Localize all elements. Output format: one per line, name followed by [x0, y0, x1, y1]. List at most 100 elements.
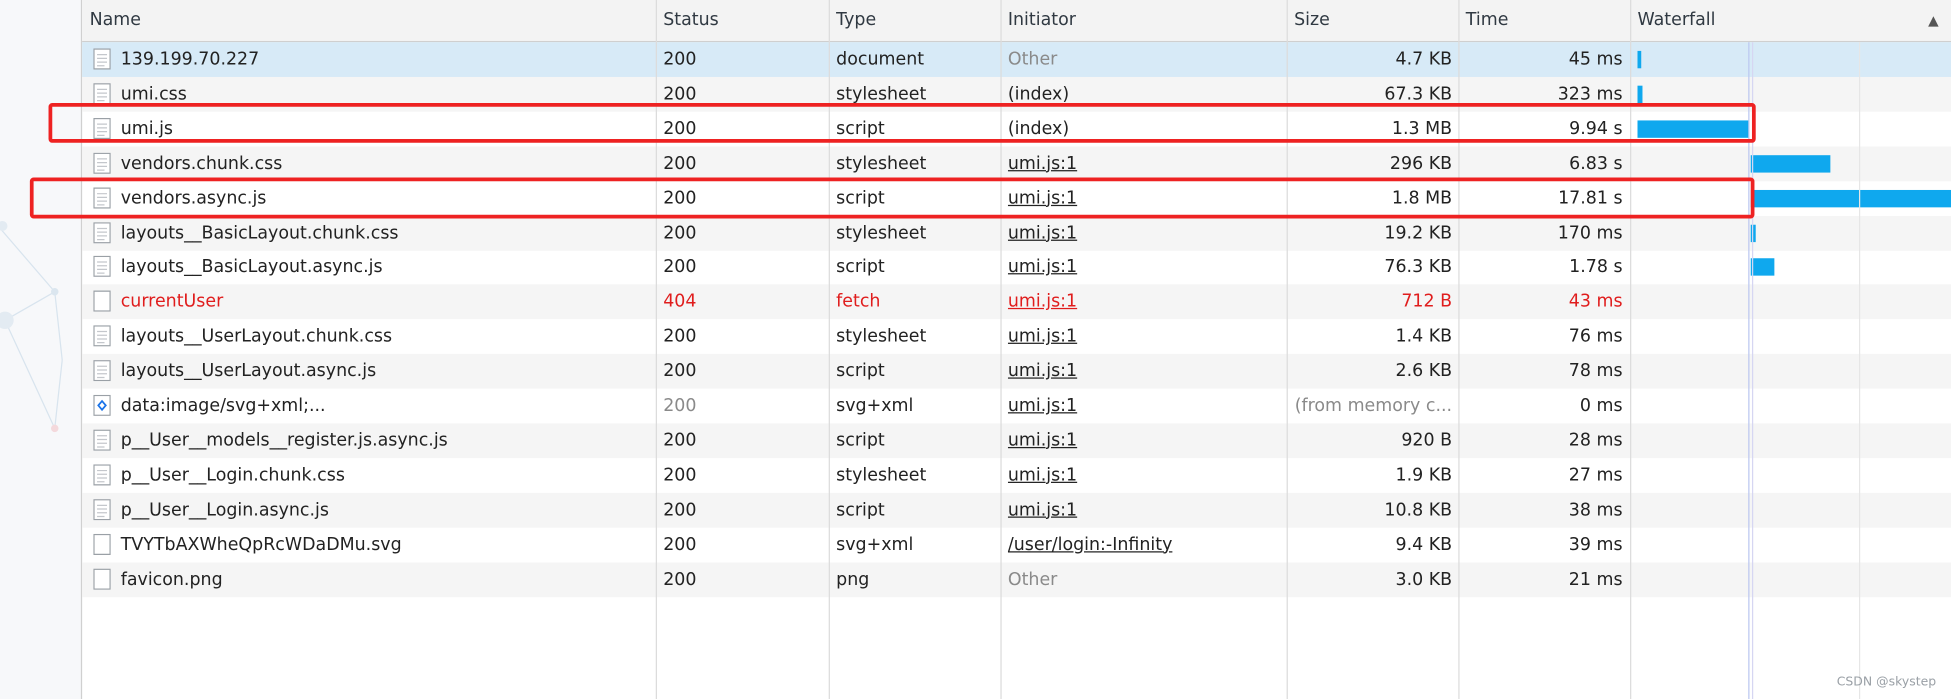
request-status: 200: [663, 257, 697, 278]
request-name: favicon.png: [120, 569, 223, 590]
request-time: 76 ms: [1568, 326, 1623, 347]
request-time: 43 ms: [1568, 292, 1623, 313]
table-row[interactable]: favicon.png 200 png Other 3.0 KB 21 ms: [82, 561, 1951, 597]
request-name: 139.199.70.227: [120, 49, 260, 70]
table-header: Name Status Type Initiator Size Time Wat…: [82, 0, 1951, 43]
request-initiator[interactable]: umi.js:1: [1008, 285, 1284, 320]
waterfall-grid-line: [1858, 42, 1861, 699]
request-initiator[interactable]: umi.js:1: [1008, 458, 1284, 493]
request-size: 10.8 KB: [1384, 499, 1453, 520]
request-size: 2.6 KB: [1395, 361, 1453, 382]
request-status: 200: [663, 465, 697, 486]
request-time: 1.78 s: [1569, 257, 1623, 278]
request-name: layouts__BasicLayout.chunk.css: [120, 222, 399, 243]
request-type: script: [836, 361, 885, 382]
request-initiator[interactable]: umi.js:1: [1008, 423, 1284, 458]
request-time: 45 ms: [1568, 49, 1623, 70]
request-initiator[interactable]: umi.js:1: [1008, 215, 1284, 250]
request-status: 200: [663, 430, 697, 451]
request-name: p__User__Login.chunk.css: [120, 465, 345, 486]
column-header-waterfall[interactable]: Waterfall: [1630, 0, 1951, 41]
request-size: 19.2 KB: [1384, 222, 1453, 243]
table-row[interactable]: 139.199.70.227 200 document Other 4.7 KB 45 m…: [82, 42, 1951, 77]
highlight-box-vendors-async-js: [29, 177, 1755, 219]
request-type: svg+xml: [836, 396, 914, 416]
request-time: 170 ms: [1557, 222, 1623, 243]
request-initiator: Other: [1007, 569, 1058, 590]
table-row[interactable]: layouts__UserLayout.async.js 200 script umi…: [82, 353, 1951, 389]
request-time: 39 ms: [1568, 534, 1623, 555]
table-row[interactable]: p__User__models__register.js.async.js 200…: [82, 423, 1951, 459]
request-initiator[interactable]: umi.js:1: [1008, 493, 1284, 528]
request-time: 0 ms: [1579, 396, 1623, 416]
waterfall-header-label: Waterfall: [1637, 9, 1716, 30]
request-time: 6.83 s: [1569, 153, 1623, 174]
column-header-name[interactable]: Name: [82, 0, 656, 41]
watermark-text: CSDN @skystep: [1836, 675, 1937, 690]
request-time: 38 ms: [1568, 499, 1623, 520]
request-size: 920 B: [1401, 430, 1453, 451]
request-size: 1.4 KB: [1395, 326, 1453, 347]
request-size: 4.7 KB: [1395, 49, 1453, 70]
sort-ascending-icon[interactable]: ▲: [1928, 0, 1939, 41]
request-initiator[interactable]: umi.js:1: [1008, 389, 1284, 424]
table-row[interactable]: vendors.chunk.css 200 stylesheet umi.js:1 29…: [82, 146, 1951, 181]
request-type: png: [836, 569, 870, 590]
request-size: 1.9 KB: [1395, 465, 1453, 486]
column-header-time[interactable]: Time: [1458, 0, 1630, 41]
waterfall-bar: [1750, 258, 1775, 277]
request-size: 76.3 KB: [1384, 257, 1453, 278]
request-time: 27 ms: [1568, 465, 1623, 486]
request-status: 404: [663, 292, 697, 313]
request-type: script: [836, 257, 885, 278]
table-row[interactable]: p__User__Login.chunk.css 200 stylesheet umi…: [82, 458, 1951, 493]
highlight-box-umi-js: [48, 103, 1756, 143]
request-name: vendors.chunk.css: [120, 153, 283, 174]
request-status: 200: [663, 49, 697, 70]
table-row[interactable]: TVYTbAXWheQpRcWDaDMu.svg 200 svg+xml/user/…: [82, 527, 1951, 562]
request-type: fetch: [836, 292, 881, 313]
column-header-type[interactable]: Type: [829, 0, 1003, 41]
request-name: layouts__UserLayout.async.js: [120, 361, 377, 382]
column-header-status[interactable]: Status: [656, 0, 829, 41]
column-header-size[interactable]: Size: [1287, 0, 1459, 41]
request-time: 28 ms: [1568, 430, 1623, 451]
waterfall-bar: [1750, 189, 1951, 207]
waterfall-bar: [1750, 154, 1831, 173]
column-header-initiator[interactable]: Initiator: [1000, 0, 1284, 41]
table-row[interactable]: currentUser 404 fetch umi.js:1 712 B 43 ms: [82, 284, 1951, 320]
request-type: stylesheet: [836, 465, 927, 486]
request-initiator[interactable]: /user/login:-Infinity: [1008, 527, 1284, 562]
network-panel: Name Status Type Initiator Size Time Wat…: [0, 0, 1951, 699]
table-row[interactable]: layouts__BasicLayout.async.js 200 script um…: [82, 250, 1951, 285]
request-initiator[interactable]: umi.js:1: [1008, 146, 1284, 181]
request-status: 200: [663, 222, 697, 243]
request-status: 200: [663, 569, 697, 590]
request-time: 21 ms: [1568, 569, 1623, 590]
request-name: p__User__models__register.js.async.js: [120, 430, 448, 451]
request-initiator[interactable]: umi.js:1: [1008, 250, 1284, 285]
request-name: TVYTbAXWheQpRcWDaDMu.svg: [120, 534, 402, 555]
table-row[interactable]: p__User__Login.async.js 200 script umi.js:1…: [82, 492, 1951, 528]
request-status: 200: [663, 499, 697, 520]
request-type: stylesheet: [836, 153, 927, 174]
table-row[interactable]: layouts__BasicLayout.chunk.css 200 stylesh…: [82, 215, 1951, 251]
request-initiator[interactable]: umi.js:1: [1008, 319, 1284, 354]
request-type: stylesheet: [836, 222, 927, 243]
request-name: data:image/svg+xml;...: [120, 396, 326, 416]
request-size: 9.4 KB: [1395, 534, 1453, 555]
request-status: 200: [663, 361, 697, 382]
request-type: script: [836, 430, 885, 451]
request-time: 78 ms: [1568, 361, 1623, 382]
request-initiator: Other: [1007, 49, 1058, 70]
table-row[interactable]: data:image/svg+xml;... 200 svg+xml umi.js:1…: [82, 389, 1951, 424]
table-row[interactable]: layouts__UserLayout.chunk.css 200 styleshe…: [82, 319, 1951, 354]
request-type: svg+xml: [836, 534, 914, 555]
request-initiator[interactable]: umi.js:1: [1008, 354, 1284, 389]
request-status: 200: [663, 534, 697, 555]
request-size: 3.0 KB: [1395, 569, 1453, 590]
request-name: p__User__Login.async.js: [120, 499, 329, 520]
request-status: 200: [663, 153, 697, 174]
request-type: document: [836, 49, 925, 70]
request-size: (from memory c...: [1294, 396, 1453, 416]
